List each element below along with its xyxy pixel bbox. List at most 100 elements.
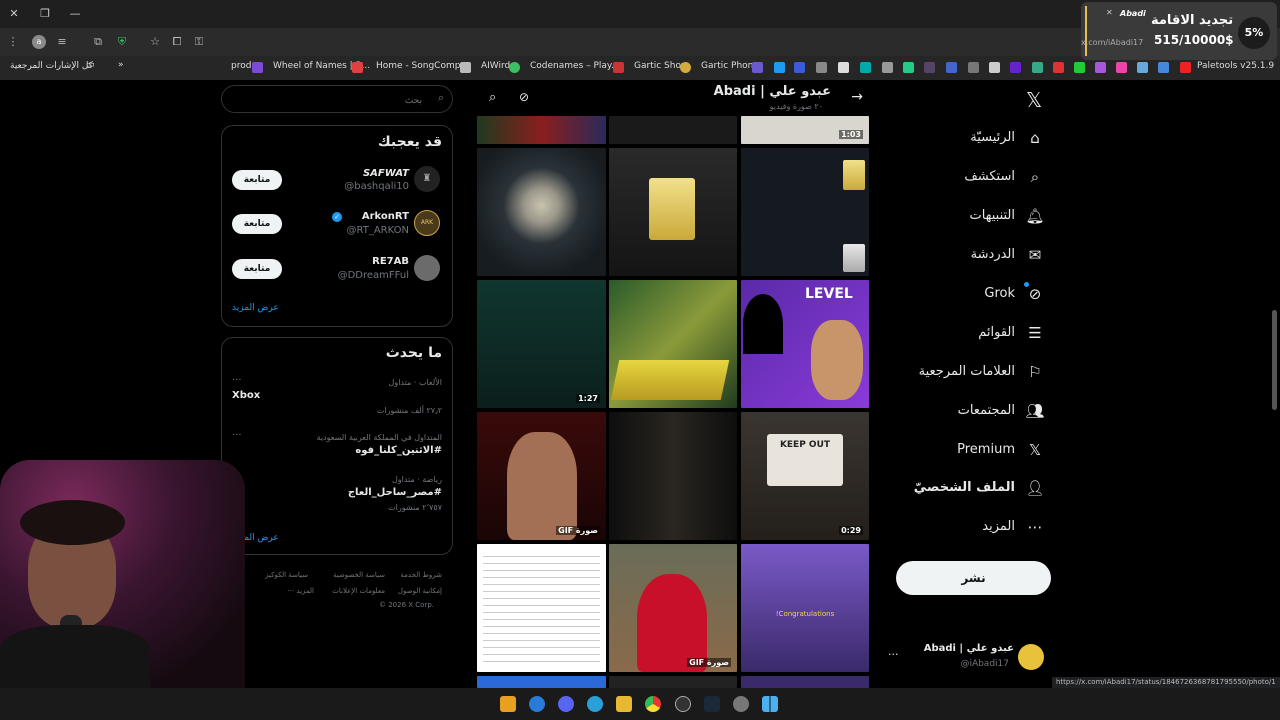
nav-grok[interactable]: Grok ⊘ <box>900 280 1045 308</box>
follow-button[interactable]: متابعة <box>232 259 282 279</box>
bookmark-item[interactable]: Gartic Phone <box>701 61 759 71</box>
chevron-icon[interactable]: » <box>118 60 124 70</box>
media-tile[interactable] <box>609 676 737 688</box>
nav-explore[interactable]: استكشف ⌕ <box>900 163 1045 191</box>
app-icon[interactable] <box>675 696 691 712</box>
close-icon[interactable]: ✕ <box>1106 8 1113 17</box>
tab-icon[interactable]: ⧠ <box>170 35 184 49</box>
media-tile[interactable]: 1:03 <box>741 116 869 144</box>
follow-button[interactable]: متابعة <box>232 214 282 234</box>
user-name[interactable]: RE7AB <box>372 256 409 267</box>
footer-link[interactable]: ··· المزيد <box>287 587 314 595</box>
streamer-hair <box>20 500 125 545</box>
folder-icon[interactable] <box>616 696 632 712</box>
edge-icon[interactable] <box>587 696 603 712</box>
media-tile[interactable]: LEVEL <box>741 280 869 408</box>
trend-name[interactable]: #الاثنين_كلنا_فوه <box>355 445 442 456</box>
nav-home[interactable]: الرئيسيّة ⌂ <box>900 124 1045 152</box>
media-tile[interactable] <box>609 280 737 408</box>
scrollbar[interactable] <box>1272 310 1277 410</box>
star-icon[interactable]: ☆ <box>148 35 162 49</box>
footer-link[interactable]: سياسة الخصوصية <box>333 571 385 579</box>
bookmark-icon <box>613 62 624 73</box>
nav-lists[interactable]: القوائم ☰ <box>900 319 1045 347</box>
nav-profile[interactable]: الملف الشخصيّ 👤︎ <box>900 474 1045 502</box>
media-tile[interactable] <box>609 412 737 540</box>
bookmark-item[interactable]: AIWird <box>481 61 510 71</box>
nav-more[interactable]: المزيد ⋯ <box>900 513 1045 541</box>
bookmark-item[interactable]: Codenames – Play... <box>530 61 620 71</box>
account-switcher[interactable]: ··· عبدو علي | Abadi @iAbadi17 <box>886 640 1056 676</box>
bookmark-item[interactable]: Paletools v25.1.9 <box>1197 61 1274 71</box>
user-avatar[interactable]: ♜ <box>414 166 440 192</box>
media-tile[interactable] <box>477 544 606 672</box>
bookmark-icon <box>1010 62 1021 73</box>
media-tile[interactable] <box>741 676 869 688</box>
donation-goal-overlay: ✕ Abadi x.com/iAbadi17 تجديد الاقامة 515… <box>1081 2 1277 60</box>
media-tile[interactable]: GIF صورة <box>609 544 737 672</box>
nav-communities[interactable]: المجتمعات 👥︎ <box>900 397 1045 425</box>
media-tile[interactable] <box>477 116 606 144</box>
follow-button[interactable]: متابعة <box>232 170 282 190</box>
steam-icon[interactable] <box>704 696 720 712</box>
x-logo-icon[interactable]: 𝕏 <box>1022 88 1046 112</box>
user-avatar[interactable]: ARK <box>414 210 440 236</box>
post-button[interactable]: نشر <box>896 561 1051 595</box>
windows-icon[interactable] <box>762 696 778 712</box>
media-tile[interactable] <box>477 676 606 688</box>
bookmarks-folder[interactable]: كل الإشارات المرجعية <box>10 61 93 71</box>
status-url: https://x.com/iAbadi17/status/1846726368… <box>1052 677 1280 688</box>
more-icon[interactable]: ··· <box>232 430 242 441</box>
media-tile[interactable] <box>609 148 737 276</box>
discord-icon[interactable] <box>558 696 574 712</box>
bookmark-item[interactable]: Home - SongComp... <box>376 61 469 71</box>
app-icon[interactable] <box>529 696 545 712</box>
trend-name[interactable]: Xbox <box>232 390 260 401</box>
goal-title: تجديد الاقامة <box>1151 13 1234 28</box>
restore-window-icon[interactable]: ❐ <box>37 6 53 22</box>
trend-name[interactable]: #مصر_ساحل_العاج <box>348 487 442 498</box>
search-box[interactable]: ⌕ <box>221 85 453 113</box>
settings-icon[interactable] <box>733 696 749 712</box>
nav-messages[interactable]: الدردشة ✉ <box>900 241 1045 269</box>
close-window-icon[interactable]: ✕ <box>6 6 22 22</box>
show-more-link[interactable]: عرض المزيد <box>232 303 279 313</box>
bookmark-icon <box>1095 62 1106 73</box>
media-tile[interactable] <box>741 148 869 276</box>
grok-icon[interactable]: ⊘ <box>519 90 529 104</box>
back-arrow-icon[interactable]: → <box>851 89 863 105</box>
key-icon[interactable]: ⚿ <box>192 35 206 49</box>
profile-avatar[interactable]: a <box>32 35 46 49</box>
menu-icon[interactable]: ⋮ <box>6 35 20 49</box>
bookmark-icon <box>794 62 805 73</box>
nav-premium[interactable]: Premium 𝕏 <box>900 436 1045 464</box>
bookmark-icon <box>968 62 979 73</box>
goal-percent: 5% <box>1236 15 1272 51</box>
media-tile[interactable] <box>609 116 737 144</box>
search-input[interactable] <box>232 92 422 108</box>
more-icon[interactable]: ··· <box>232 375 242 386</box>
footer-link[interactable]: معلومات الإعلانات <box>332 587 385 595</box>
nav-notifications[interactable]: التنبيهات 🔔︎ <box>900 202 1045 230</box>
media-tile[interactable]: 1:27 <box>477 280 606 408</box>
footer-link[interactable]: إمكانية الوصول <box>398 587 442 595</box>
user-name[interactable]: SAFWAT <box>363 168 409 179</box>
footer-link[interactable]: سياسة الكوكيز <box>265 571 308 579</box>
media-tile[interactable]: KEEP OUT 0:29 <box>741 412 869 540</box>
user-name[interactable]: ArkonRT <box>362 211 409 222</box>
footer-link[interactable]: شروط الخدمة <box>400 571 442 579</box>
search-icon[interactable]: ⌕ <box>489 90 496 105</box>
nav-bookmarks[interactable]: العلامات المرجعية ⚐ <box>900 358 1045 386</box>
media-tile[interactable] <box>477 148 606 276</box>
extensions-icon[interactable]: ⧉ <box>91 35 105 49</box>
minimize-window-icon[interactable]: — <box>67 6 83 22</box>
app-icon[interactable] <box>500 696 516 712</box>
chrome-icon[interactable] <box>645 696 661 712</box>
media-tile[interactable]: GIF صورة <box>477 412 606 540</box>
media-tile[interactable]: !Congratulations <box>741 544 869 672</box>
media-icon[interactable]: ≡ <box>55 35 69 49</box>
trends-title: ما يحدث <box>385 345 442 361</box>
user-avatar[interactable] <box>414 255 440 281</box>
bookmark-item[interactable]: prod <box>231 61 251 71</box>
shield-icon[interactable]: ⛨ <box>115 35 129 49</box>
